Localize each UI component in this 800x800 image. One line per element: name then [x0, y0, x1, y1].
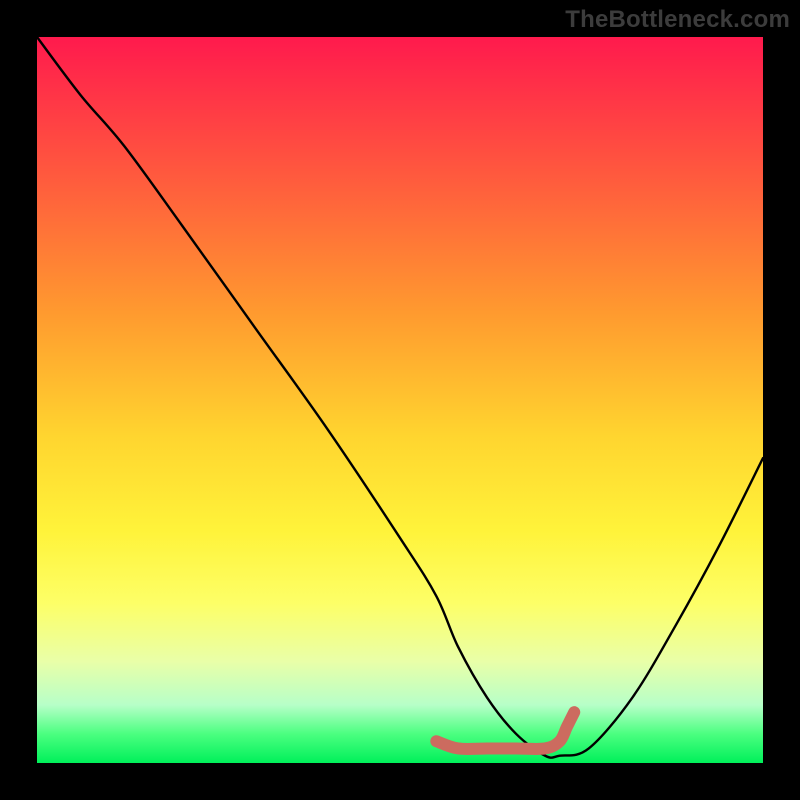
- bottleneck-curve-path: [37, 37, 763, 758]
- optimal-band-path: [436, 712, 574, 749]
- chart-frame: TheBottleneck.com: [0, 0, 800, 800]
- chart-plot-area: [37, 37, 763, 763]
- watermark-text: TheBottleneck.com: [565, 6, 790, 34]
- chart-svg: [37, 37, 763, 763]
